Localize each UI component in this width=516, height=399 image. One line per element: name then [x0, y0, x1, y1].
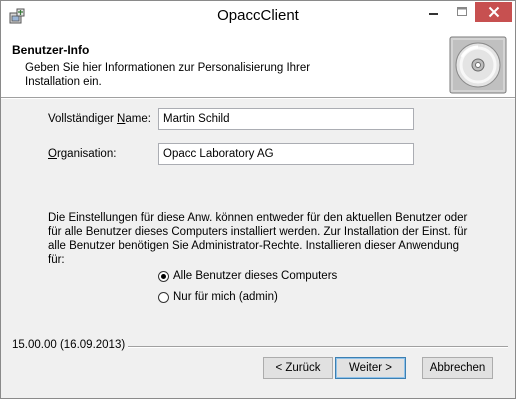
cancel-button[interactable]: Abbrechen	[422, 357, 493, 379]
organisation-label: Organisation:	[48, 148, 117, 160]
radio-only-me[interactable]: Nur für mich (admin)	[158, 291, 278, 303]
title-bar[interactable]: OpaccClient	[1, 1, 515, 31]
installer-window: OpaccClient Benutzer-Info Geben Sie hier…	[0, 0, 516, 399]
radio-all-users-label: Alle Benutzer dieses Computers	[173, 270, 338, 282]
install-scope-info-text: Die Einstellungen für diese Anw. können …	[48, 212, 468, 266]
organisation-input[interactable]	[158, 143, 414, 165]
name-label: Vollständiger Name:	[48, 113, 151, 125]
version-label: 15.00.00 (16.09.2013)	[12, 339, 126, 351]
back-button[interactable]: < Zurück	[263, 357, 333, 379]
name-input[interactable]	[158, 108, 414, 130]
minimize-button[interactable]	[420, 2, 448, 22]
minimize-icon	[429, 13, 438, 15]
radio-all-users[interactable]: Alle Benutzer dieses Computers	[158, 270, 337, 282]
maximize-icon	[456, 7, 467, 16]
page-title: Benutzer-Info	[12, 43, 90, 57]
radio-only-me-label: Nur für mich (admin)	[173, 291, 278, 303]
close-button[interactable]	[475, 2, 512, 22]
radio-dot-unselected[interactable]	[158, 291, 169, 303]
radio-dot-selected[interactable]	[158, 270, 169, 282]
page-description: Geben Sie hier Informationen zur Persona…	[25, 62, 311, 88]
cd-disc-icon	[449, 36, 507, 94]
close-icon	[488, 6, 499, 18]
next-button[interactable]: Weiter >	[335, 357, 406, 379]
maximize-button[interactable]	[448, 2, 475, 22]
header-divider	[1, 97, 515, 99]
wizard-header: Benutzer-Info Geben Sie hier Information…	[1, 31, 515, 97]
footer-divider	[128, 346, 508, 348]
